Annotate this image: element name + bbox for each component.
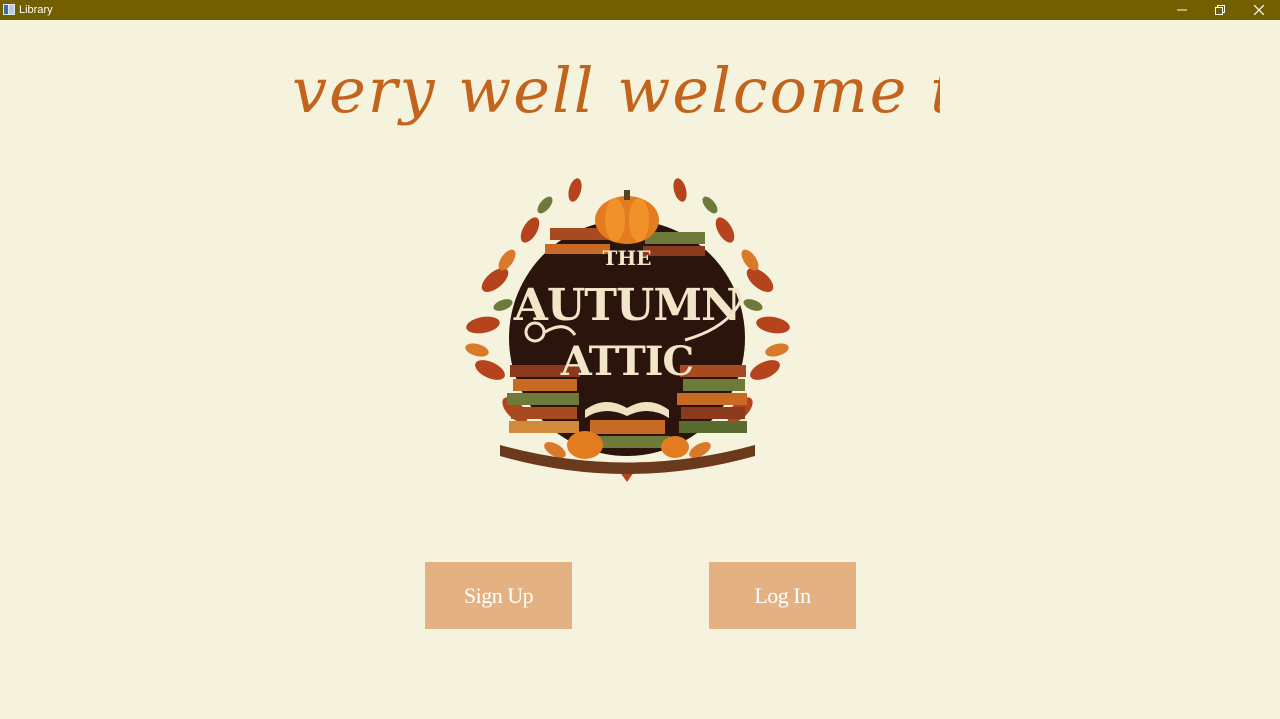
welcome-heading: A very well welcome to — [280, 40, 940, 150]
window-title: Library — [19, 4, 53, 16]
restore-icon — [1215, 5, 1225, 15]
logo-text-autumn: AUTUMN — [513, 280, 741, 331]
app-icon — [3, 4, 15, 15]
autumn-attic-logo: THE AUTUMN ATTIC — [465, 178, 790, 482]
minimize-button[interactable] — [1163, 0, 1201, 20]
close-icon — [1254, 5, 1264, 15]
welcome-heading-text: A very well welcome to — [280, 54, 940, 127]
close-button[interactable] — [1240, 0, 1278, 20]
restore-button[interactable] — [1201, 0, 1239, 20]
logo-text-attic: ATTIC — [560, 338, 694, 385]
sign-up-button[interactable]: Sign Up — [425, 562, 572, 629]
welcome-heading-label: A very well welcome to — [280, 54, 940, 127]
log-in-button[interactable]: Log In — [709, 562, 856, 629]
logo-text-the: THE — [602, 246, 651, 270]
title-bar: Library — [0, 0, 1280, 20]
minimize-icon — [1177, 9, 1187, 11]
